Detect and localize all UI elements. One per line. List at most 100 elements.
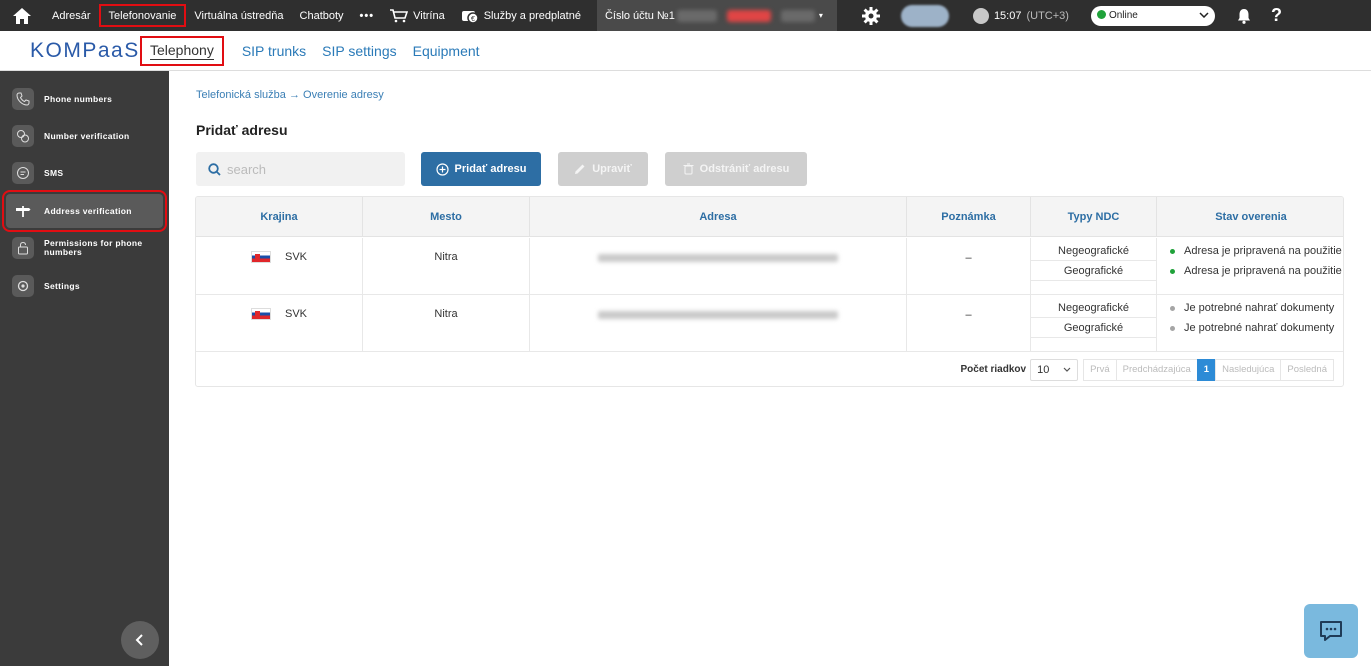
- home-icon[interactable]: [0, 0, 44, 31]
- country-code: SVK: [284, 251, 307, 263]
- account-extra-blur: [780, 9, 815, 22]
- rows-per-page-select[interactable]: 10: [1030, 358, 1079, 381]
- phone-icon: [12, 88, 34, 110]
- sidebar-item-sms[interactable]: SMS: [6, 156, 163, 190]
- clock-timezone: (UTC+3): [1026, 9, 1069, 22]
- sidebar: Phone numbers Number verification SMS Ad…: [0, 71, 169, 666]
- cell-note: –: [907, 295, 1031, 352]
- nav-adresar[interactable]: Adresár: [44, 4, 99, 27]
- search-input[interactable]: [227, 161, 397, 177]
- pagination: Počet riadkov 10 Prvá Predchádzajúca 1 N…: [196, 352, 1343, 386]
- sidebar-item-settings[interactable]: Settings: [6, 269, 163, 303]
- tab-sip-settings[interactable]: SIP settings: [314, 43, 404, 59]
- account-balance-blur: [726, 9, 771, 22]
- column-header-poznamka[interactable]: Poznámka: [907, 197, 1031, 237]
- status-dot: [1170, 305, 1175, 311]
- slovakia-flag-icon: [250, 308, 271, 320]
- sidebar-item-permissions[interactable]: Permissions for phone numbers: [6, 231, 163, 265]
- country-code: SVK: [284, 308, 307, 320]
- collapse-sidebar-button[interactable]: [121, 621, 159, 659]
- add-address-button[interactable]: Pridať adresu: [421, 152, 541, 186]
- nav-vitrina[interactable]: Vitrína: [382, 4, 453, 27]
- chat-button[interactable]: [1304, 604, 1358, 658]
- top-navigation-bar: Adresár Telefonovanie Virtuálna ústredňa…: [0, 0, 1371, 31]
- gear-icon[interactable]: [859, 6, 883, 26]
- sidebar-item-address-verification[interactable]: Address verification: [2, 190, 167, 232]
- rows-per-page-value: 10: [1037, 363, 1050, 376]
- column-header-adresa[interactable]: Adresa: [530, 197, 907, 237]
- bell-icon[interactable]: [1235, 8, 1253, 24]
- page-first[interactable]: Prvá: [1083, 358, 1117, 381]
- rows-per-page-label: Počet riadkov: [960, 364, 1027, 375]
- nav-chatboty[interactable]: Chatboty: [292, 4, 352, 27]
- breadcrumb-current: Overenie adresy: [303, 89, 384, 101]
- nav-sluzby[interactable]: € Služby a predplatné: [453, 4, 589, 27]
- search-box[interactable]: [196, 152, 405, 186]
- city-value: Nitra: [434, 251, 458, 263]
- cell-address: [530, 295, 907, 352]
- status-label: Online: [1108, 10, 1138, 21]
- address-table: Krajina Mesto Adresa Poznámka Typy NDC S…: [195, 196, 1344, 387]
- status-text: Adresa je pripravená na použitie: [1184, 265, 1342, 277]
- tab-telephony-label: Telephony: [150, 41, 214, 60]
- breadcrumb-arrow: →: [288, 89, 300, 101]
- table-row[interactable]: SVK Nitra – Negeografické Geografické Ad…: [196, 238, 1343, 295]
- settings-icon: [12, 275, 34, 297]
- tab-telephony[interactable]: Telephony: [140, 35, 224, 66]
- cell-ndc-types: Negeografické Geografické: [1031, 238, 1157, 295]
- plus-circle-icon: [435, 162, 449, 176]
- breadcrumb-root[interactable]: Telefonická služba: [196, 89, 286, 101]
- table-row[interactable]: SVK Nitra – Negeografické Geografické Je…: [196, 295, 1343, 352]
- note-value: –: [965, 252, 972, 264]
- cell-country: SVK: [196, 295, 363, 352]
- nav-virtualna-ustredna[interactable]: Virtuálna ústredňa: [186, 4, 291, 27]
- column-header-stav-overenia[interactable]: Stav overenia: [1157, 197, 1343, 237]
- subscription-icon: €: [461, 8, 479, 24]
- status-dot: [1170, 248, 1175, 254]
- note-value: –: [965, 309, 972, 321]
- tab-sip-trunks[interactable]: SIP trunks: [234, 43, 314, 59]
- page-current[interactable]: 1: [1196, 358, 1217, 381]
- cell-ndc-types: Negeografické Geografické: [1031, 295, 1157, 352]
- balance-pill[interactable]: [900, 4, 949, 27]
- nav-sluzby-label: Služby a predplatné: [483, 9, 581, 22]
- signpost-icon: [12, 200, 34, 222]
- page-prev[interactable]: Predchádzajúca: [1115, 358, 1198, 381]
- cell-verification-status: Adresa je pripravená na použitie Adresa …: [1157, 238, 1343, 295]
- ndc-type: Negeografické: [1031, 241, 1156, 261]
- column-header-krajina[interactable]: Krajina: [196, 197, 363, 237]
- cart-icon: [390, 8, 409, 23]
- page-last[interactable]: Posledná: [1280, 358, 1334, 381]
- chevron-down-icon: [1199, 10, 1209, 21]
- status-text: Je potrebné nahrať dokumenty: [1184, 322, 1335, 334]
- column-header-mesto[interactable]: Mesto: [363, 197, 530, 237]
- status-dot: [1096, 10, 1106, 19]
- trash-icon: [683, 163, 694, 175]
- help-icon[interactable]: ?: [1271, 5, 1282, 26]
- status-dot: [1170, 325, 1175, 331]
- sidebar-item-label: Number verification: [44, 131, 130, 141]
- status-select[interactable]: Online: [1090, 5, 1215, 26]
- address-redacted: [598, 311, 838, 319]
- edit-label: Upraviť: [592, 163, 632, 175]
- sidebar-item-phone-numbers[interactable]: Phone numbers: [6, 82, 163, 116]
- slovakia-flag-icon: [250, 251, 271, 263]
- status-text: Adresa je pripravená na použitie: [1184, 245, 1342, 257]
- column-header-typy-ndc[interactable]: Typy NDC: [1031, 197, 1157, 237]
- cell-note: –: [907, 238, 1031, 295]
- page-next[interactable]: Nasledujúca: [1215, 358, 1282, 381]
- status-dot: [1170, 268, 1175, 274]
- pencil-icon: [575, 164, 585, 174]
- cell-city: Nitra: [363, 238, 530, 295]
- delete-address-label: Odstrániť adresu: [699, 163, 790, 175]
- edit-button[interactable]: Upraviť: [558, 152, 648, 186]
- tab-equipment[interactable]: Equipment: [405, 43, 488, 59]
- chevron-left-icon: [135, 634, 143, 646]
- avatar[interactable]: [972, 7, 989, 24]
- account-selector[interactable]: Číslo účtu №1 ▾: [596, 0, 837, 31]
- sidebar-item-number-verification[interactable]: Number verification: [6, 119, 163, 153]
- ndc-type: Geografické: [1031, 318, 1156, 338]
- nav-telefonovanie[interactable]: Telefonovanie: [98, 4, 187, 27]
- more-menu-button[interactable]: •••: [352, 10, 383, 22]
- delete-address-button[interactable]: Odstrániť adresu: [665, 152, 807, 186]
